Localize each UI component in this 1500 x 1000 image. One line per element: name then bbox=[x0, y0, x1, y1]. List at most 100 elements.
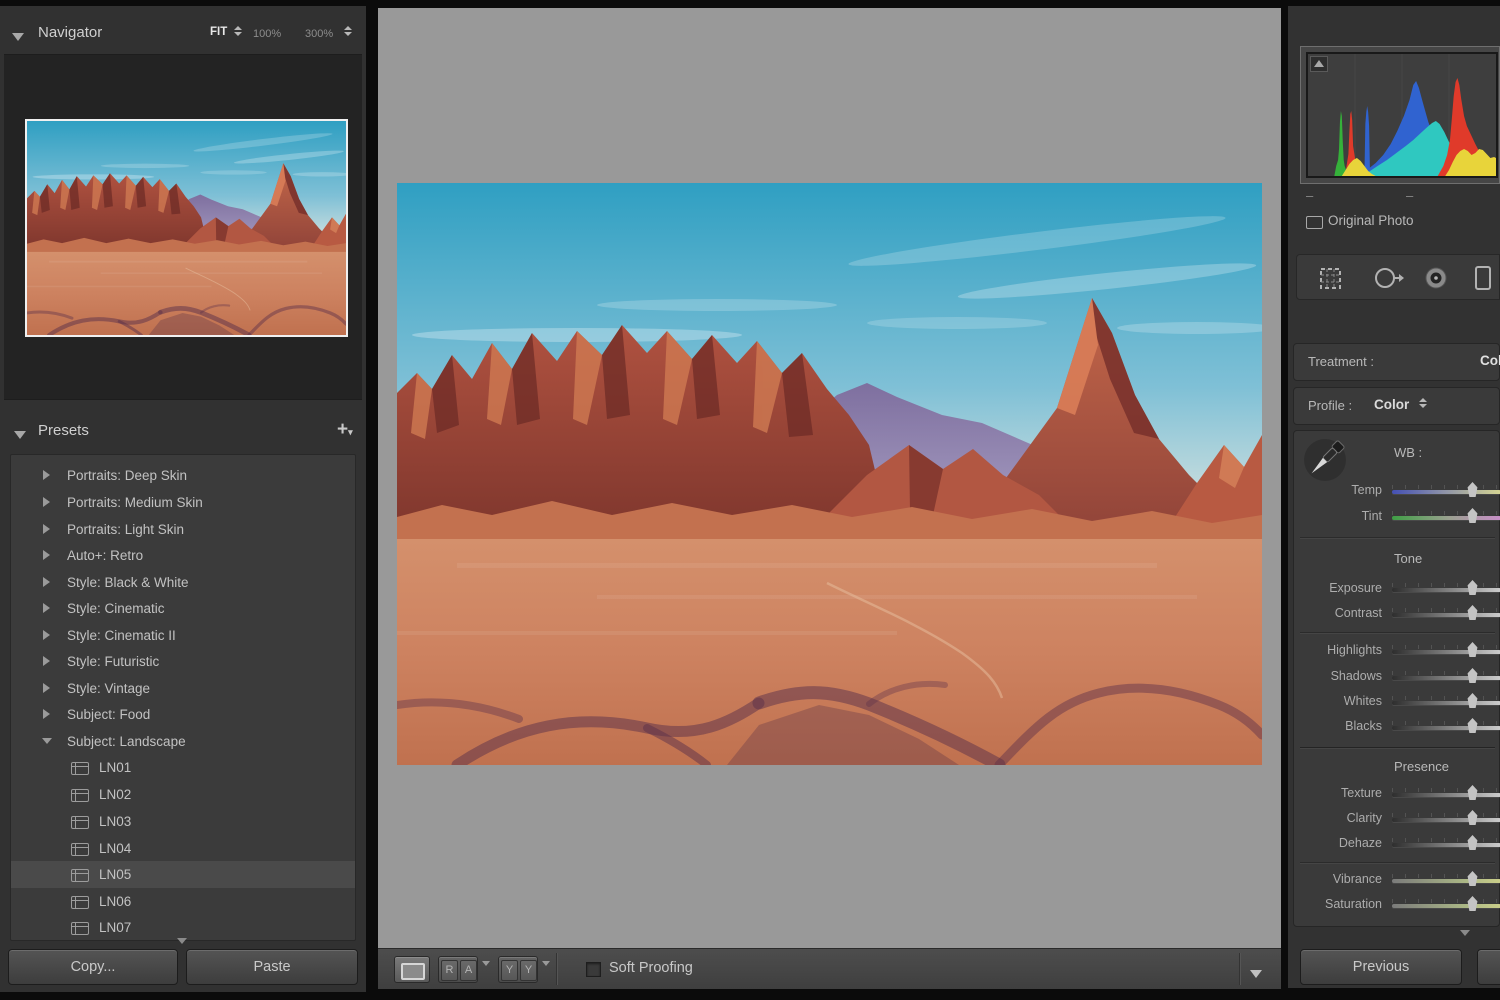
histogram-panel bbox=[1300, 46, 1500, 184]
original-photo-label: Original Photo bbox=[1328, 213, 1414, 228]
preset-group[interactable]: Auto+: Retro bbox=[11, 542, 355, 569]
preset-item[interactable]: LN06 bbox=[11, 888, 355, 915]
wb-label: WB : bbox=[1394, 445, 1422, 460]
preset-group[interactable]: Subject: Food bbox=[11, 701, 355, 728]
exposure-slider[interactable] bbox=[1392, 588, 1500, 592]
crop-tool-icon[interactable] bbox=[1317, 265, 1344, 292]
preset-group[interactable]: Style: Cinematic II bbox=[11, 622, 355, 649]
vibrance-slider[interactable] bbox=[1392, 879, 1500, 883]
tint-slider[interactable] bbox=[1392, 516, 1500, 520]
add-preset-button[interactable]: +▾ bbox=[337, 423, 353, 439]
section-divider bbox=[1300, 537, 1495, 538]
original-photo-icon[interactable] bbox=[1306, 216, 1323, 229]
masking-tool-icon[interactable] bbox=[1473, 265, 1493, 292]
contrast-slider[interactable] bbox=[1392, 613, 1500, 617]
chevron-right-icon bbox=[43, 683, 50, 693]
chevron-right-icon bbox=[43, 656, 50, 666]
preset-group[interactable]: Portraits: Deep Skin bbox=[11, 462, 355, 489]
healing-tool-icon[interactable] bbox=[1373, 265, 1405, 292]
highlights-slider[interactable] bbox=[1392, 650, 1500, 654]
treatment-label: Treatment : bbox=[1308, 354, 1374, 369]
histogram-meta-mid: – bbox=[1406, 188, 1413, 203]
preset-item[interactable]: LN02 bbox=[11, 781, 355, 808]
toolbar-divider bbox=[556, 953, 557, 985]
loupe-view-button[interactable] bbox=[394, 956, 430, 983]
preset-group[interactable]: Style: Vintage bbox=[11, 675, 355, 702]
preset-group[interactable]: Style: Futuristic bbox=[11, 648, 355, 675]
preset-item[interactable]: LN01 bbox=[11, 754, 355, 781]
chevron-right-icon bbox=[43, 550, 50, 560]
reset-button-partial[interactable] bbox=[1477, 949, 1500, 985]
navigator-fit-button[interactable]: FIT bbox=[210, 26, 227, 38]
section-divider bbox=[1300, 747, 1495, 748]
preset-icon bbox=[71, 869, 89, 882]
preset-group[interactable]: Style: Black & White bbox=[11, 569, 355, 596]
treatment-value[interactable]: Color bbox=[1480, 353, 1500, 368]
preset-icon bbox=[71, 789, 89, 802]
section-divider bbox=[1300, 632, 1495, 633]
chevron-right-icon bbox=[43, 630, 50, 640]
blacks-slider[interactable] bbox=[1392, 726, 1500, 730]
chevron-right-icon bbox=[43, 709, 50, 719]
before-after-dropdown-icon[interactable] bbox=[482, 966, 490, 984]
dehaze-slider-row: Dehaze bbox=[1294, 833, 1500, 855]
before-after-button[interactable]: RA bbox=[438, 956, 478, 983]
profile-section: Profile : Color bbox=[1293, 387, 1500, 425]
temp-label: Temp bbox=[1294, 483, 1382, 497]
navigator-zoom-100-button[interactable]: 100% bbox=[253, 28, 281, 40]
temp-slider[interactable] bbox=[1392, 490, 1500, 494]
profile-label: Profile : bbox=[1308, 398, 1352, 413]
shadows-slider[interactable] bbox=[1392, 676, 1500, 680]
right-panel: – – Original Photo Treatment : Color Pro… bbox=[1288, 6, 1500, 988]
wb-eyedropper-icon[interactable] bbox=[1302, 435, 1348, 485]
before-letter: R bbox=[441, 960, 458, 981]
bottom-toolbar: RA YY Soft Proofing bbox=[378, 948, 1281, 989]
profile-spinner-icon[interactable] bbox=[1419, 398, 1427, 408]
profile-value[interactable]: Color bbox=[1374, 397, 1409, 412]
histogram[interactable] bbox=[1306, 52, 1498, 178]
clarity-slider[interactable] bbox=[1392, 818, 1500, 822]
navigator-thumbnail[interactable] bbox=[25, 119, 348, 337]
fit-spinner-icon[interactable] bbox=[234, 26, 242, 36]
preset-icon bbox=[71, 922, 89, 935]
main-photo[interactable] bbox=[397, 183, 1262, 765]
preset-item[interactable]: LN07 bbox=[11, 914, 355, 941]
zoom-spinner-icon[interactable] bbox=[344, 26, 352, 36]
whites-slider-row: Whites bbox=[1294, 691, 1500, 713]
tone-title: Tone bbox=[1394, 551, 1422, 566]
chevron-right-icon bbox=[43, 524, 50, 534]
preset-group[interactable]: Portraits: Light Skin bbox=[11, 516, 355, 543]
navigator-collapse-icon[interactable] bbox=[12, 28, 24, 46]
shadows-slider-row: Shadows bbox=[1294, 666, 1500, 688]
treatment-section: Treatment : Color bbox=[1293, 343, 1500, 381]
split-view-dropdown-icon[interactable] bbox=[542, 966, 550, 984]
temp-slider-row: Temp bbox=[1294, 480, 1500, 502]
loupe-view-icon bbox=[401, 963, 425, 980]
copy-button[interactable]: Copy... bbox=[8, 949, 178, 985]
toolbar-options-icon[interactable] bbox=[1250, 965, 1262, 983]
presets-collapse-icon[interactable] bbox=[14, 426, 26, 444]
preset-item-selected[interactable]: LN05 bbox=[11, 861, 355, 888]
preset-group[interactable]: Portraits: Medium Skin bbox=[11, 489, 355, 516]
chevron-right-icon bbox=[43, 470, 50, 480]
after-letter: A bbox=[460, 960, 477, 981]
split-view-button[interactable]: YY bbox=[498, 956, 538, 983]
dehaze-slider[interactable] bbox=[1392, 843, 1500, 847]
shadow-clipping-indicator[interactable] bbox=[1310, 56, 1328, 72]
paste-button[interactable]: Paste bbox=[186, 949, 358, 985]
texture-slider-row: Texture bbox=[1294, 783, 1500, 805]
preset-item[interactable]: LN04 bbox=[11, 835, 355, 862]
preset-group[interactable]: Style: Cinematic bbox=[11, 595, 355, 622]
tint-label: Tint bbox=[1294, 509, 1382, 523]
soft-proofing-label: Soft Proofing bbox=[609, 960, 693, 976]
texture-slider[interactable] bbox=[1392, 793, 1500, 797]
whites-slider[interactable] bbox=[1392, 701, 1500, 705]
chevron-right-icon bbox=[43, 603, 50, 613]
previous-button[interactable]: Previous bbox=[1300, 949, 1462, 985]
preset-group-landscape[interactable]: Subject: Landscape bbox=[11, 728, 355, 755]
soft-proofing-checkbox[interactable] bbox=[586, 962, 601, 977]
preset-item[interactable]: LN03 bbox=[11, 808, 355, 835]
navigator-zoom-300-button[interactable]: 300% bbox=[305, 28, 333, 40]
saturation-slider[interactable] bbox=[1392, 904, 1500, 908]
red-eye-tool-icon[interactable] bbox=[1423, 265, 1450, 292]
